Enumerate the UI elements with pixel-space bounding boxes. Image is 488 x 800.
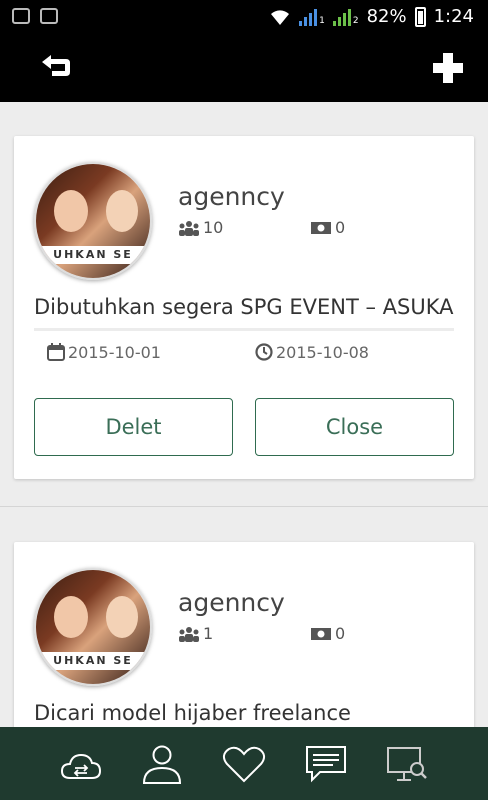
nav-profile[interactable] xyxy=(139,741,185,787)
signal-sim1-icon: 1 xyxy=(299,8,325,26)
agency-avatar: UHKAN SE xyxy=(34,568,152,686)
post-title: Dicari model hijaber freelance xyxy=(34,701,351,725)
avatar-banner-text: UHKAN SE xyxy=(36,652,150,670)
close-button[interactable]: Close xyxy=(255,398,454,456)
job-post-card[interactable]: UHKAN SE agenncy 10 0 Dibutuhkan segera … xyxy=(14,136,474,479)
battery-percent: 82% xyxy=(366,6,407,27)
group-icon xyxy=(179,220,199,236)
plus-icon xyxy=(433,53,463,83)
money-count: 0 xyxy=(310,624,345,643)
nav-messages[interactable] xyxy=(303,741,349,787)
divider xyxy=(34,328,454,331)
people-count: 1 xyxy=(178,624,213,643)
history-clock-icon xyxy=(255,343,273,361)
end-date: 2015-10-08 xyxy=(254,342,369,362)
agency-avatar: UHKAN SE xyxy=(34,162,152,280)
clock: 1:24 xyxy=(433,6,474,27)
money-count: 0 xyxy=(310,218,345,237)
money-icon xyxy=(311,627,331,640)
calendar-icon xyxy=(47,343,65,361)
nav-sync[interactable] xyxy=(58,741,104,787)
app-toolbar xyxy=(0,36,488,102)
delete-button[interactable]: Delet xyxy=(34,398,233,456)
back-arrow-icon xyxy=(42,55,70,76)
chat-icon xyxy=(305,745,346,782)
bottom-navigation xyxy=(0,727,488,800)
money-icon xyxy=(311,221,331,234)
avatar-banner-text: UHKAN SE xyxy=(36,246,150,264)
monitor-search-icon xyxy=(387,746,428,781)
chat-notification-icon xyxy=(12,8,30,24)
people-count: 10 xyxy=(178,218,223,237)
agency-name: agenncy xyxy=(178,182,285,211)
job-post-card[interactable]: UHKAN SE agenncy 1 0 Dicari model hijabe… xyxy=(14,542,474,742)
nav-favorites[interactable] xyxy=(221,741,267,787)
cloud-sync-icon xyxy=(60,753,101,779)
battery-icon xyxy=(414,6,426,27)
back-button[interactable] xyxy=(38,52,74,84)
agency-name: agenncy xyxy=(178,588,285,617)
add-button[interactable] xyxy=(430,50,466,86)
heart-icon xyxy=(222,746,265,782)
signal-sim2-icon: 2 xyxy=(332,8,359,26)
person-icon xyxy=(143,745,182,784)
nav-search[interactable] xyxy=(384,741,430,787)
keyboard-notification-icon xyxy=(40,8,58,24)
group-icon xyxy=(179,626,199,642)
wifi-icon xyxy=(271,9,290,25)
start-date: 2015-10-01 xyxy=(46,342,161,362)
post-title: Dibutuhkan segera SPG EVENT – ASUKA xyxy=(34,295,454,319)
status-bar: 1 2 82% 1:24 xyxy=(0,0,488,36)
list-separator xyxy=(0,506,488,507)
